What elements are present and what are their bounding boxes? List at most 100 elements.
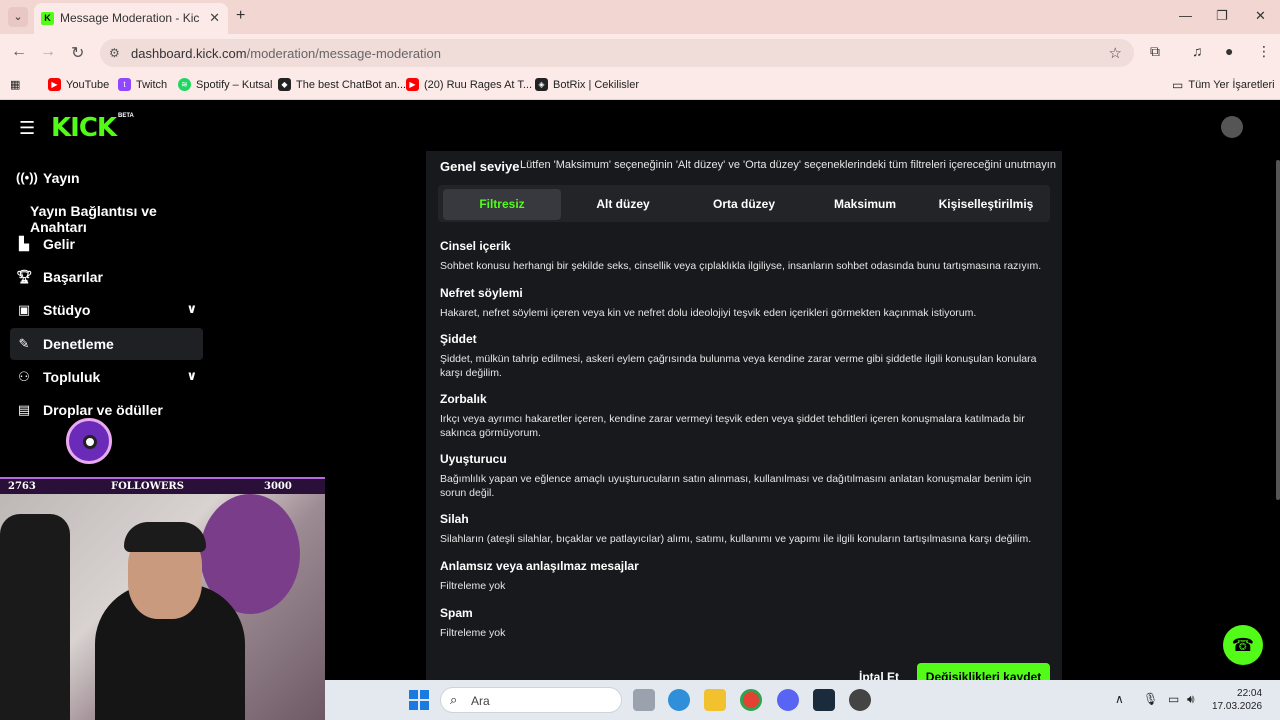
owl-eye — [83, 435, 97, 449]
menu-kebab-icon[interactable]: ⋮ — [1257, 43, 1271, 60]
bookmark-twitch[interactable]: t Twitch — [118, 78, 167, 91]
sidebar-item-label: Yayın — [43, 170, 80, 186]
category-spam: Spam Filtreleme yok — [440, 606, 1050, 640]
extensions-icon[interactable]: ⧉ — [1150, 43, 1160, 60]
chatbot-icon: ◆ — [278, 78, 291, 91]
level-option-kisisellestirilmis[interactable]: Kişiselleştirilmiş — [927, 189, 1045, 220]
sidebar-item-label: Droplar ve ödüller — [43, 402, 163, 418]
tab-search-button[interactable]: ⌄ — [8, 7, 28, 27]
bookmark-spotify[interactable]: ≋ Spotify – Kutsal — [178, 78, 272, 91]
display-icon[interactable]: ▭ — [1168, 692, 1179, 706]
tray-chevron-up-icon[interactable]: ∧ — [1115, 692, 1124, 706]
category-title: Uyuşturucu — [440, 452, 507, 466]
community-icon: ⚇ — [18, 369, 30, 384]
sidebar-item-label: Başarılar — [43, 269, 103, 285]
level-option-filtresiz[interactable]: Filtresiz — [443, 189, 561, 220]
obs-icon[interactable] — [849, 689, 871, 711]
wrench-icon: ✎ — [18, 336, 30, 351]
kick-favicon-icon: K — [41, 12, 54, 25]
discord-icon[interactable] — [777, 689, 799, 711]
forward-button[interactable]: → — [40, 43, 56, 61]
browser-tab[interactable]: K Message Moderation - Kick Dashboard ✕ — [34, 3, 228, 34]
category-description: Sohbet konusu herhangi bir şekilde seks,… — [440, 260, 1042, 272]
sidebar-item-stream-key[interactable]: Yayın Bağlantısı ve Anahtarı — [10, 195, 203, 235]
apps-grid-icon[interactable]: ▦ — [10, 78, 20, 91]
trophy-icon: 🏆︎ — [16, 269, 33, 284]
file-explorer-icon[interactable] — [704, 689, 726, 711]
category-anlamsiz-mesajlar: Anlamsız veya anlaşılmaz mesajlar Filtre… — [440, 559, 1050, 593]
bookmark-label: Twitch — [136, 78, 168, 91]
bookmark-chatbot[interactable]: ◆ The best ChatBot an... — [278, 78, 406, 91]
all-bookmarks[interactable]: ▭ Tüm Yer İşaretleri — [1172, 78, 1275, 92]
taskbar-search[interactable]: ⌕ Ara — [440, 687, 622, 713]
bookmark-label: BotRix | Cekilisler — [553, 78, 639, 91]
youtube-icon: ▶ — [48, 78, 61, 91]
category-uyusturucu: Uyuşturucu Bağımlılık yapan ve eğlence a… — [440, 452, 1050, 500]
browser-toolbar: ← → ↻ ⚙ dashboard.kick.com/moderation/me… — [0, 34, 1280, 72]
category-description: Şiddet, mülkün tahrip edilmesi, askeri e… — [440, 353, 1037, 379]
level-option-alt-duzey[interactable]: Alt düzey — [564, 189, 682, 220]
broadcast-icon: ((•)) — [16, 170, 38, 185]
site-info-icon[interactable]: ⚙ — [109, 46, 120, 60]
sidebar-item-studyo[interactable]: ▣ Stüdyo ∨ — [10, 294, 203, 326]
bookmark-label: YouTube — [66, 78, 110, 91]
category-description: Filtreleme yok — [440, 580, 506, 592]
url-text: dashboard.kick.com/moderation/message-mo… — [131, 46, 441, 61]
microphone-icon[interactable]: 🎙︎ — [1143, 692, 1158, 706]
sidebar-item-gelir[interactable]: ▙ Gelir — [10, 228, 203, 260]
close-window-button[interactable]: ✕ — [1255, 8, 1266, 24]
volume-icon[interactable]: 🔊︎ — [1187, 692, 1195, 707]
user-avatar[interactable] — [1221, 116, 1243, 138]
sidebar-item-basarilar[interactable]: 🏆︎ Başarılar — [10, 261, 203, 293]
webcam-feed — [0, 494, 325, 720]
clock-date: 17.03.2026 — [1212, 701, 1263, 712]
category-title: Cinsel içerik — [440, 239, 511, 253]
windows-start-icon[interactable] — [409, 690, 429, 710]
reload-button[interactable]: ↻ — [71, 43, 84, 63]
media-control-icon[interactable]: ♫ — [1192, 43, 1203, 59]
category-title: Spam — [440, 606, 473, 620]
bookmark-ruu[interactable]: ▶ (20) Ruu Rages At T... — [406, 78, 532, 91]
bookmark-botrix[interactable]: ◈ BotRix | Cekilisler — [535, 78, 639, 91]
sidebar-item-denetleme[interactable]: ✎ Denetleme — [10, 328, 203, 360]
bookmark-youtube[interactable]: ▶ YouTube — [48, 78, 109, 91]
restore-button[interactable]: ❐ — [1216, 8, 1228, 24]
botrix-icon: ◈ — [535, 78, 548, 91]
category-title: Silah — [440, 512, 469, 526]
task-view-icon[interactable] — [633, 689, 655, 711]
new-tab-button[interactable]: + — [236, 7, 245, 25]
edge-icon[interactable] — [668, 689, 690, 711]
sidebar-item-droplar[interactable]: ▤ Droplar ve ödüller — [10, 394, 203, 426]
minimize-button[interactable]: — — [1179, 8, 1192, 23]
kick-logo[interactable]: KICK — [51, 113, 117, 143]
browser-tab-strip: ⌄ K Message Moderation - Kick Dashboard … — [0, 0, 1280, 34]
category-description: Silahların (ateşli silahlar, bıçaklar ve… — [440, 533, 1032, 545]
chart-icon: ▙ — [19, 236, 29, 251]
studio-icon: ▣ — [17, 302, 31, 317]
address-bar[interactable]: ⚙ dashboard.kick.com/moderation/message-… — [100, 39, 1134, 67]
message-moderation-panel: Genel seviye Lütfen 'Maksimum' seçeneğin… — [426, 151, 1062, 691]
followers-goal-bar: 2763 FOLLOWERS 3000 — [0, 477, 325, 494]
bookmark-label: Spotify – Kutsal — [196, 78, 273, 91]
owl-mascot-icon — [66, 418, 112, 464]
profile-icon[interactable]: ● — [1225, 43, 1233, 59]
category-silah: Silah Silahların (ateşli silahlar, bıçak… — [440, 512, 1050, 546]
bookmark-star-icon[interactable]: ☆ — [1109, 44, 1122, 62]
back-button[interactable]: ← — [11, 43, 27, 61]
level-option-orta-duzey[interactable]: Orta düzey — [685, 189, 803, 220]
level-option-maksimum[interactable]: Maksimum — [806, 189, 924, 220]
followers-current: 2763 — [8, 481, 36, 492]
sidebar-item-yayin[interactable]: ((•)) Yayın — [10, 162, 203, 194]
taskbar-clock[interactable]: 22:04 17.03.2026 — [1212, 687, 1262, 713]
close-tab-icon[interactable]: ✕ — [209, 10, 220, 26]
page-scrollbar[interactable] — [1276, 160, 1280, 500]
url-host: dashboard.kick.com — [131, 46, 247, 61]
league-icon[interactable] — [813, 689, 835, 711]
category-description: Filtreleme yok — [440, 627, 506, 639]
hamburger-menu-icon[interactable]: ☰ — [19, 118, 35, 139]
chrome-icon[interactable] — [740, 689, 762, 711]
sidebar-item-topluluk[interactable]: ⚇ Topluluk ∨ — [10, 361, 203, 393]
support-headset-icon[interactable]: ☎ — [1223, 625, 1263, 665]
category-description: Hakaret, nefret söylemi içeren veya kin … — [440, 307, 977, 319]
clock-time: 22:04 — [1237, 688, 1263, 699]
